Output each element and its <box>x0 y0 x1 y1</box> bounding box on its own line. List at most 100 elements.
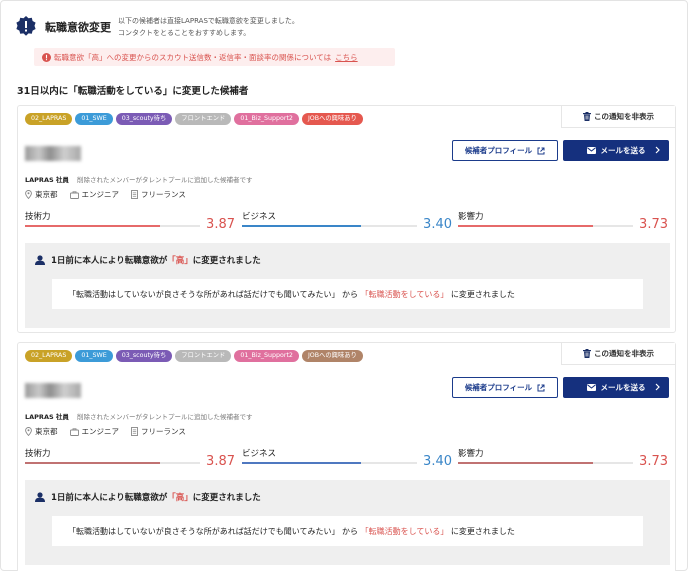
change-notice: 1日前に本人により転職意欲が 「高」 に変更されました 「転職活動はしていないが良さ… <box>25 243 670 328</box>
alert-link[interactable]: こちら <box>335 52 358 63</box>
location-pin-icon <box>25 190 32 199</box>
person-icon <box>35 492 45 502</box>
page-frame: 転職意欲変更 以下の候補者は直接LAPRASで転職意欲を変更しました。 コンタク… <box>0 0 688 571</box>
briefcase-icon <box>69 427 79 436</box>
score-bar-fill <box>458 225 593 227</box>
hide-notification-label: この通知を非表示 <box>594 112 654 121</box>
notice-heading: 1日前に本人により転職意欲が 「高」 に変更されました <box>35 491 261 503</box>
change-detail: 「転職活動はしていないが良さそうな所があれば話だけでも聞いてみたい」 から 「転… <box>52 516 643 546</box>
score-label: 技術力 <box>25 449 51 459</box>
job-text: エンジニア <box>81 190 120 199</box>
score-bar-fill <box>242 225 361 227</box>
hide-notification-button[interactable]: この通知を非表示 <box>561 343 675 365</box>
score-bar-track <box>458 462 633 464</box>
score-business: ビジネス 3.40 <box>242 210 452 236</box>
tag-list: 02_LAPRAS 01_SWE 03_scouty待ち フロントエンド 01_… <box>25 113 363 125</box>
org-name: LAPRAS 社員 <box>25 413 69 421</box>
mail-icon <box>586 384 596 391</box>
score-label: 影響力 <box>458 449 484 459</box>
employment-text: フリーランス <box>141 427 186 436</box>
send-mail-button[interactable]: メールを送る <box>563 140 669 161</box>
chevron-right-icon <box>655 146 660 154</box>
score-label: 影響力 <box>458 212 484 222</box>
employment-text: フリーランス <box>141 190 186 199</box>
tag[interactable]: 01_Biz_Support2 <box>234 113 299 125</box>
stats-alert: 転職意欲「高」への変更からのスカウト送信数・返信率・面談率の関係については こち… <box>34 48 395 66</box>
page-header: 転職意欲変更 <box>15 13 111 43</box>
score-business: ビジネス 3.40 <box>242 447 452 473</box>
header-description: 以下の候補者は直接LAPRASで転職意欲を変更しました。 コンタクトをとることを… <box>118 17 299 37</box>
location-text: 東京都 <box>35 190 58 199</box>
score-bar-track <box>25 462 200 464</box>
tag[interactable]: 02_LAPRAS <box>25 350 73 362</box>
score-bar-track <box>242 462 417 464</box>
candidate-meta: 東京都 エンジニア フリーランス <box>25 426 186 437</box>
org-line: LAPRAS 社員 削除されたメンバーがタレントプールに追加した候補者です <box>25 411 253 421</box>
candidate-meta: 東京都 エンジニア フリーランス <box>25 189 186 200</box>
score-row: 技術力 3.87 ビジネス 3.40 影響力 3.73 <box>25 447 670 473</box>
location-text: 東京都 <box>35 427 58 436</box>
trash-icon <box>583 349 591 358</box>
score-bar-fill <box>458 462 593 464</box>
notice-heading: 1日前に本人により転職意欲が 「高」 に変更されました <box>35 254 261 266</box>
score-influence: 影響力 3.73 <box>458 447 668 473</box>
tag[interactable]: JOBへの興味あり <box>301 113 363 125</box>
job-text: エンジニア <box>81 427 120 436</box>
tag[interactable]: 01_SWE <box>75 350 113 362</box>
briefcase-icon <box>69 190 79 199</box>
score-value: 3.87 <box>206 454 235 469</box>
document-icon <box>131 427 138 436</box>
tag[interactable]: フロントエンド <box>175 350 232 362</box>
candidate-name-blurred[interactable] <box>25 146 81 161</box>
mail-icon <box>586 147 596 154</box>
score-bar-track <box>242 225 417 227</box>
score-value: 3.40 <box>423 217 452 232</box>
change-to-highlight: 「転職活動をしている」 <box>360 526 449 536</box>
tag[interactable]: JOBへの興味あり <box>301 350 363 362</box>
notice-highlight: 「高」 <box>167 493 193 503</box>
alert-text: 転職意欲「高」への変更からのスカウト送信数・返信率・面談率の関係については <box>54 52 332 62</box>
tag[interactable]: 01_Biz_Support2 <box>234 350 299 362</box>
tag[interactable]: 03_scouty待ち <box>115 113 173 125</box>
info-circle-icon <box>42 52 51 62</box>
notice-highlight: 「高」 <box>167 256 193 266</box>
score-bar-fill <box>25 462 160 464</box>
send-mail-button[interactable]: メールを送る <box>563 377 669 398</box>
org-name: LAPRAS 社員 <box>25 176 69 184</box>
score-value: 3.40 <box>423 454 452 469</box>
candidate-profile-button[interactable]: 候補者プロフィール <box>452 140 558 161</box>
tag[interactable]: 01_SWE <box>75 113 113 125</box>
score-label: 技術力 <box>25 212 51 222</box>
hide-notification-button[interactable]: この通知を非表示 <box>561 106 675 128</box>
change-to-highlight: 「転職活動をしている」 <box>360 289 449 299</box>
page-title: 転職意欲変更 <box>45 21 111 34</box>
trash-icon <box>583 112 591 121</box>
tag[interactable]: フロントエンド <box>175 113 232 125</box>
location-pin-icon <box>25 427 32 436</box>
org-note: 削除されたメンバーがタレントプールに追加した候補者です <box>77 413 253 421</box>
score-bar-track <box>458 225 633 227</box>
tag-list: 02_LAPRAS 01_SWE 03_scouty待ち フロントエンド 01_… <box>25 350 363 362</box>
candidate-profile-button[interactable]: 候補者プロフィール <box>452 377 558 398</box>
hide-notification-label: この通知を非表示 <box>594 349 654 358</box>
tag[interactable]: 02_LAPRAS <box>25 113 73 125</box>
score-label: ビジネス <box>242 212 277 222</box>
section-title: 31日以内に「転職活動をしている」に変更した候補者 <box>17 86 249 97</box>
candidate-name-blurred[interactable] <box>25 383 81 398</box>
score-value: 3.73 <box>639 454 668 469</box>
chevron-right-icon <box>655 383 660 391</box>
external-link-icon <box>537 384 545 391</box>
change-detail: 「転職活動はしていないが良さそうな所があれば話だけでも聞いてみたい」 から 「転… <box>52 279 643 309</box>
score-tech: 技術力 3.87 <box>25 210 235 236</box>
org-line: LAPRAS 社員 削除されたメンバーがタレントプールに追加した候補者です <box>25 174 253 184</box>
document-icon <box>131 190 138 199</box>
score-label: ビジネス <box>242 449 277 459</box>
org-note: 削除されたメンバーがタレントプールに追加した候補者です <box>77 176 253 184</box>
change-notice: 1日前に本人により転職意欲が 「高」 に変更されました 「転職活動はしていないが良さ… <box>25 480 670 565</box>
tag[interactable]: 03_scouty待ち <box>115 350 173 362</box>
score-value: 3.73 <box>639 217 668 232</box>
candidate-card: 02_LAPRAS 01_SWE 03_scouty待ち フロントエンド 01_… <box>17 105 676 333</box>
score-value: 3.87 <box>206 217 235 232</box>
score-bar-fill <box>25 225 160 227</box>
person-icon <box>35 255 45 265</box>
